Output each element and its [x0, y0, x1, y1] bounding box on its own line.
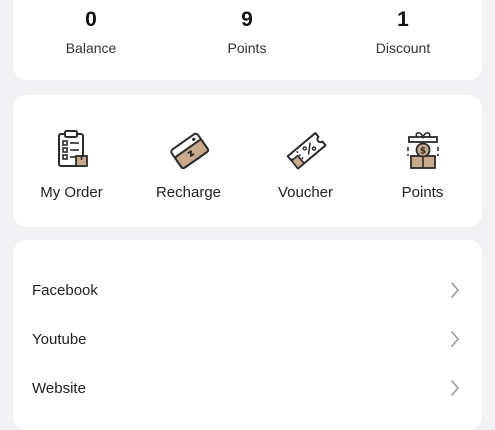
links-card: Facebook Youtube Website: [13, 240, 482, 430]
stats-card: 0 Balance 9 Points 1 Discount: [13, 0, 482, 80]
svg-text:$: $: [419, 147, 425, 157]
stat-value: 0: [85, 8, 97, 31]
chevron-right-icon: [451, 380, 459, 396]
stat-value: 1: [397, 8, 409, 31]
shortcut-label: Recharge: [155, 184, 222, 201]
shortcut-label: Points: [401, 184, 444, 201]
link-row-website[interactable]: Website: [13, 338, 482, 397]
shortcuts-card: My Order Recharge Voucher $ Points: [13, 95, 482, 227]
voucher-ticket-icon: [286, 132, 327, 170]
link-label: Website: [32, 380, 86, 397]
stat-label: Balance: [65, 40, 117, 56]
shortcut-label: My Order: [40, 184, 103, 201]
clipboard-icon: [57, 130, 88, 167]
recharge-card-icon: [169, 132, 209, 170]
stat-label: Points: [227, 40, 267, 56]
stat-value: 9: [241, 8, 253, 31]
stat-label: Discount: [375, 40, 431, 56]
shortcut-label: Voucher: [277, 184, 334, 201]
link-row-facebook[interactable]: Facebook: [13, 240, 482, 299]
link-row-youtube[interactable]: Youtube: [13, 289, 482, 348]
gift-coin-icon: $: [406, 132, 439, 169]
